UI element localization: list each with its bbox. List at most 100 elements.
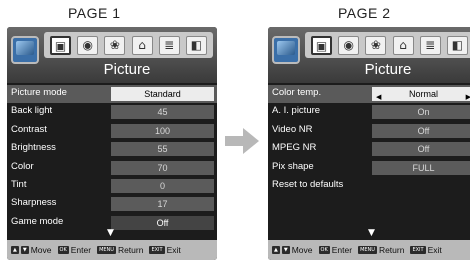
color-row[interactable]: Color 70	[7, 159, 217, 177]
exit-label: Exit	[427, 245, 442, 255]
channel-icon[interactable]: ≣	[158, 35, 180, 55]
usb-icon[interactable]: ◧	[185, 35, 207, 55]
move-hint: ▲ ▼ Move	[272, 245, 313, 255]
row-label: Contrast	[11, 123, 47, 135]
down-key-icon: ▼	[281, 246, 290, 254]
ok-key-icon: OK	[318, 246, 330, 254]
row-value[interactable]: 70	[111, 160, 214, 175]
settings-list: Color temp. ◀ Normal ▶ A. I. picture On …	[268, 85, 470, 195]
down-key-icon: ▼	[20, 246, 29, 254]
brightness-row[interactable]: Brightness 55	[7, 140, 217, 158]
row-label: Pix shape	[272, 160, 314, 172]
row-label: Brightness	[11, 142, 56, 154]
color-temp-value: Normal	[408, 89, 438, 99]
up-key-icon: ▲	[11, 246, 19, 254]
scroll-down-icon: ▼	[107, 228, 114, 238]
row-value[interactable]: Standard	[111, 87, 214, 101]
menu-header: ▣ ◉ ❀ ⌂ ≣ ◧ Picture	[268, 27, 470, 83]
video-nr-row[interactable]: Video NR Off	[268, 122, 470, 140]
row-value[interactable]: Off	[111, 215, 214, 230]
osd-menu-page2: ▣ ◉ ❀ ⌂ ≣ ◧ Picture Color temp. ◀ Normal…	[268, 27, 470, 260]
page1-label: PAGE 1	[68, 5, 121, 21]
row-value[interactable]: 17	[111, 197, 214, 212]
row-value[interactable]: ◀ Normal ▶	[372, 87, 470, 101]
row-label: MPEG NR	[272, 142, 317, 154]
sharpness-row[interactable]: Sharpness 17	[7, 195, 217, 213]
row-value[interactable]: FULL	[372, 160, 470, 175]
row-label: Game mode	[11, 215, 64, 227]
menu-icon-bar: ▣ ◉ ❀ ⌂ ≣ ◧	[44, 32, 213, 58]
menu-key-icon: MENU	[97, 246, 116, 254]
lock-icon[interactable]: ⌂	[131, 35, 153, 55]
return-label: Return	[378, 245, 405, 255]
color-temp-row[interactable]: Color temp. ◀ Normal ▶	[268, 85, 470, 104]
ok-key-icon: OK	[57, 246, 69, 254]
left-arrow-icon[interactable]: ◀	[376, 90, 381, 104]
row-value[interactable]: Off	[372, 123, 470, 138]
return-hint: MENU Return	[358, 245, 404, 255]
enter-hint: OK Enter	[318, 245, 353, 255]
row-value[interactable]: 100	[111, 123, 214, 138]
row-label: Video NR	[272, 123, 313, 135]
enter-hint: OK Enter	[57, 245, 92, 255]
menu-key-icon: MENU	[358, 246, 377, 254]
menu-icon-bar: ▣ ◉ ❀ ⌂ ≣ ◧	[305, 32, 470, 58]
reset-defaults-row[interactable]: Reset to defaults	[268, 177, 470, 195]
exit-label: Exit	[166, 245, 181, 255]
tv-icon	[11, 36, 39, 64]
lock-icon[interactable]: ⌂	[392, 35, 414, 55]
ai-picture-row[interactable]: A. I. picture On	[268, 103, 470, 121]
picture-icon[interactable]: ▣	[50, 35, 72, 55]
channel-icon[interactable]: ≣	[419, 35, 441, 55]
menu-header: ▣ ◉ ❀ ⌂ ≣ ◧ Picture	[7, 27, 217, 83]
tv-icon	[272, 36, 300, 64]
exit-key-icon: EXIT	[410, 246, 426, 254]
mpeg-nr-row[interactable]: MPEG NR Off	[268, 140, 470, 158]
row-label: Back light	[11, 105, 53, 117]
enter-label: Enter	[70, 245, 92, 255]
exit-hint: EXIT Exit	[149, 245, 181, 255]
enter-label: Enter	[331, 245, 353, 255]
picture-mode-row[interactable]: Picture mode Standard	[7, 85, 217, 104]
row-value[interactable]: Off	[372, 142, 470, 157]
contrast-row[interactable]: Contrast 100	[7, 122, 217, 140]
back-light-row[interactable]: Back light 45	[7, 103, 217, 121]
scroll-down-icon: ▼	[368, 228, 375, 238]
usb-icon[interactable]: ◧	[446, 35, 468, 55]
page2-label: PAGE 2	[338, 5, 391, 21]
pix-shape-row[interactable]: Pix shape FULL	[268, 159, 470, 177]
move-label: Move	[291, 245, 313, 255]
row-value[interactable]: 55	[111, 142, 214, 157]
tint-row[interactable]: Tint 0	[7, 177, 217, 195]
menu-title: Picture	[364, 61, 412, 78]
row-label: Color	[11, 160, 34, 172]
audio-icon[interactable]: ◉	[77, 35, 99, 55]
row-label: Reset to defaults	[272, 178, 344, 190]
row-value[interactable]: 0	[111, 178, 214, 193]
settings-list: Picture mode Standard Back light 45 Cont…	[7, 85, 217, 232]
move-label: Move	[30, 245, 52, 255]
row-value[interactable]: 45	[111, 105, 214, 120]
return-label: Return	[117, 245, 144, 255]
return-hint: MENU Return	[97, 245, 143, 255]
menu-title: Picture	[103, 61, 151, 78]
menu-footer: ▲ ▼ Move OK Enter MENU Return EXIT Exit	[268, 240, 470, 260]
row-label: Tint	[11, 178, 27, 190]
setup-icon[interactable]: ❀	[365, 35, 387, 55]
row-label: Color temp.	[272, 87, 322, 98]
right-arrow-icon[interactable]: ▶	[466, 90, 470, 104]
picture-icon[interactable]: ▣	[311, 35, 333, 55]
exit-key-icon: EXIT	[149, 246, 165, 254]
osd-menu-page1: ▣ ◉ ❀ ⌂ ≣ ◧ Picture Picture mode Standar…	[7, 27, 217, 260]
row-value[interactable]: On	[372, 105, 470, 120]
row-label: Picture mode	[11, 87, 67, 98]
audio-icon[interactable]: ◉	[338, 35, 360, 55]
row-label: Sharpness	[11, 197, 57, 209]
exit-hint: EXIT Exit	[410, 245, 442, 255]
next-page-arrow-icon	[225, 128, 259, 154]
up-key-icon: ▲	[272, 246, 280, 254]
setup-icon[interactable]: ❀	[104, 35, 126, 55]
row-label: A. I. picture	[272, 105, 321, 117]
move-hint: ▲ ▼ Move	[11, 245, 52, 255]
menu-footer: ▲ ▼ Move OK Enter MENU Return EXIT Exit	[7, 240, 217, 260]
